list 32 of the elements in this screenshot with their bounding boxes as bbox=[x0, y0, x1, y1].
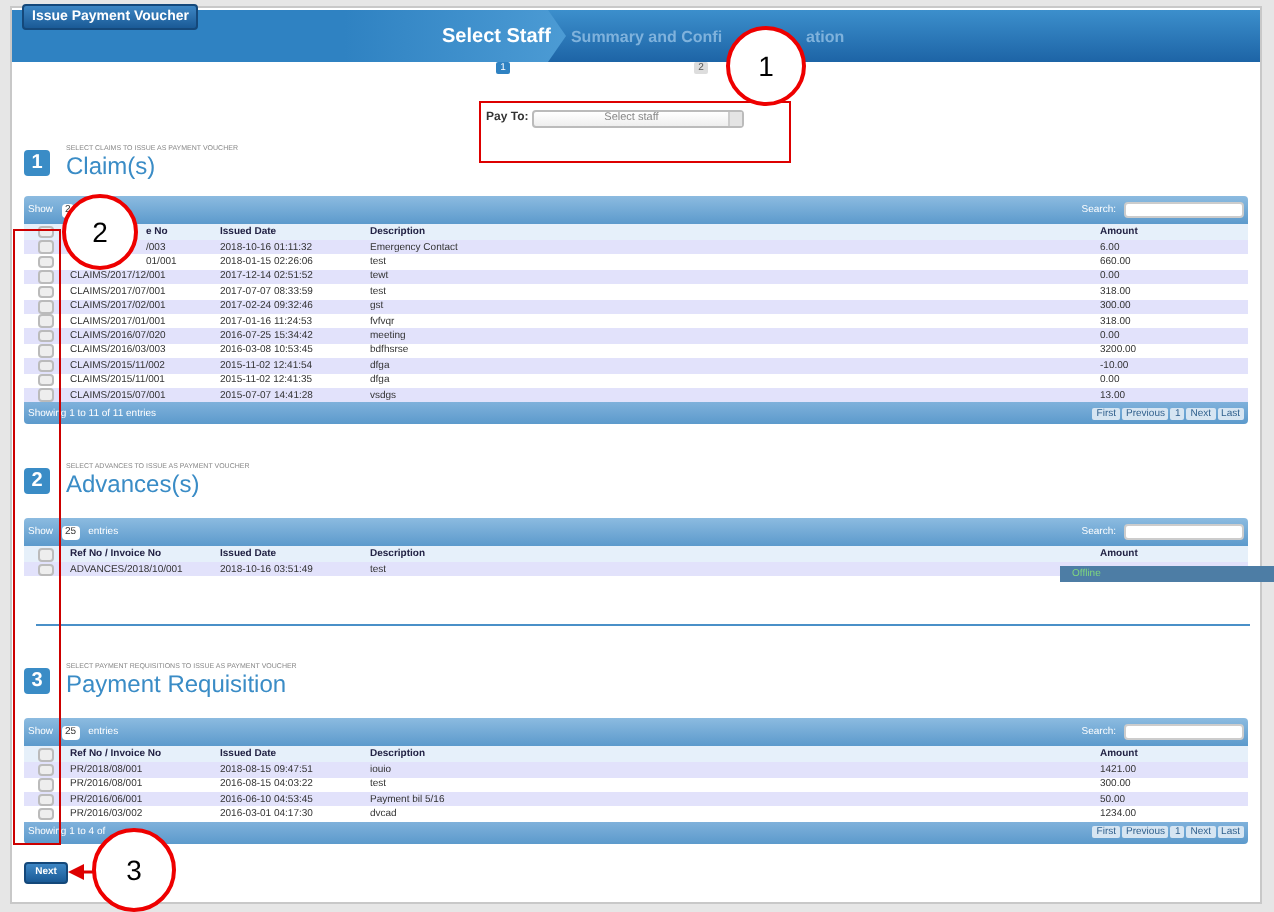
search-field[interactable] bbox=[1124, 724, 1244, 741]
row-checkbox[interactable] bbox=[37, 807, 53, 821]
row-checkbox[interactable] bbox=[37, 793, 53, 807]
callout-circle bbox=[726, 26, 806, 106]
callout-number: 2 bbox=[92, 216, 108, 248]
row-checkbox[interactable] bbox=[37, 388, 53, 402]
section-title: Claim(s) bbox=[66, 154, 158, 180]
row-checkbox[interactable] bbox=[37, 763, 53, 777]
wizard-step[interactable]: Select Staff bbox=[442, 10, 551, 62]
row-checkbox[interactable] bbox=[37, 240, 53, 254]
search-field[interactable] bbox=[1124, 202, 1244, 218]
row-checkbox[interactable] bbox=[37, 314, 53, 328]
step-badge: 2 bbox=[24, 468, 50, 495]
select-all-checkbox[interactable] bbox=[37, 548, 53, 562]
row-checkbox[interactable] bbox=[37, 300, 53, 313]
row-checkbox[interactable] bbox=[37, 255, 53, 269]
row-checkbox[interactable] bbox=[37, 778, 53, 792]
callout-number: 1 bbox=[758, 50, 774, 82]
callout-number: 3 bbox=[126, 854, 142, 886]
pointer-arrow bbox=[68, 864, 94, 880]
section-title: Advances(s) bbox=[66, 472, 202, 499]
row-checkbox[interactable] bbox=[37, 563, 53, 577]
row-checkbox[interactable] bbox=[37, 359, 53, 373]
row-checkbox[interactable] bbox=[37, 285, 53, 299]
section-title: Payment Requisition bbox=[66, 672, 289, 699]
row-checkbox[interactable] bbox=[37, 344, 53, 358]
step-badge: 1 bbox=[24, 150, 50, 176]
search-field[interactable] bbox=[1124, 524, 1244, 541]
row-checkbox[interactable] bbox=[37, 329, 53, 343]
step-badge: 3 bbox=[24, 668, 50, 695]
select-all-checkbox[interactable] bbox=[37, 748, 53, 762]
row-checkbox[interactable] bbox=[37, 270, 53, 284]
